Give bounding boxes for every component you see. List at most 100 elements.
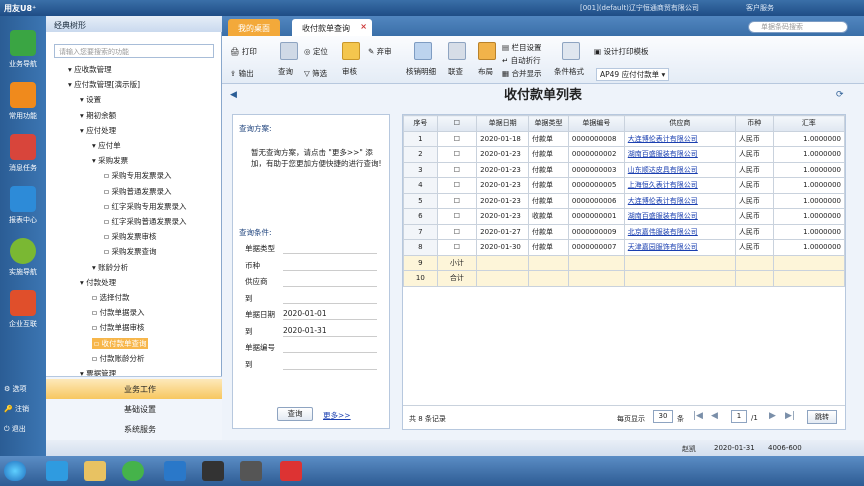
tree-node[interactable]: ▾ 付款处理 [80,277,116,288]
basic-settings-button[interactable]: 基础设置 [46,399,222,419]
table-cell[interactable]: ☐ [436,192,478,209]
print-button[interactable]: 🖨 打印 [230,46,257,57]
folder-icon[interactable] [84,461,106,481]
table-row[interactable]: 3 ☐ 2020-01-23 付款单 0000000003 山东顺达皮具有限公司 人民币 1.… [403,161,845,178]
tree-node[interactable]: ▫ 收付款单查询 [92,337,149,349]
column-header[interactable]: 单据类型 [528,115,569,132]
column-header[interactable]: 汇率 [772,115,845,132]
u8-icon[interactable] [280,461,302,481]
tree-node[interactable]: ▾ 设置 [80,94,101,105]
tree-node[interactable]: ▾ 应付处理 [80,125,116,136]
per-page-input[interactable]: 30 [653,410,673,423]
table-cell[interactable]: ☐ [436,146,478,163]
print-template-select[interactable]: AP49 应付付款单 ▾ [596,68,670,81]
table-cell[interactable]: 上海恒久表计有限公司 [623,177,736,194]
auto-wrap-button[interactable]: ↵ 自动折行 [502,55,541,66]
function-search-input[interactable]: 请输入您要搜索的功能 [54,44,214,58]
filter-button[interactable]: ▽ 筛选 [304,68,327,79]
verify-detail-button[interactable]: 核销明细 [406,66,436,77]
more-link[interactable]: 更多>> [323,410,351,421]
tree-node[interactable]: ▾ 应付单 [92,140,121,151]
export-button[interactable]: ⇪ 输出 [230,68,254,79]
condition-format-button[interactable]: 条件格式 [554,66,584,77]
column-header[interactable]: 供应商 [623,115,736,132]
table-row[interactable]: 7 ☐ 2020-01-27 付款单 0000000009 北京嘉伟服装有限公司 人民币 1.… [403,223,845,240]
design-print-template-button[interactable]: ▣ 设计打印模板 [594,46,648,57]
recorder-icon[interactable] [240,461,262,481]
last-page-icon[interactable]: ▶| [785,411,795,421]
table-cell[interactable]: 大连博伦表计有限公司 [623,130,736,147]
barcode-search-input[interactable]: 单据条码搜索 [748,21,848,33]
app-icon[interactable] [164,461,186,481]
query-button[interactable]: 查询 [278,66,293,77]
table-cell[interactable]: ☐ [436,223,478,240]
options-button[interactable]: ⚙ 选项 [4,384,27,394]
nav-common[interactable]: 常用功能 [4,82,42,121]
tree-node[interactable]: ▾ 期初余额 [80,110,116,121]
table-row[interactable]: 5 ☐ 2020-01-23 付款单 0000000006 大连博伦表计有限公司 人民币 1.… [403,192,845,209]
exit-button[interactable]: ⏻ 退出 [4,424,26,434]
column-header[interactable]: 币种 [734,115,774,132]
tree-node[interactable]: ▫ 采购发票查询 [104,246,156,257]
nav-enterprise[interactable]: 企业互联 [4,290,42,329]
table-cell[interactable]: 山东顺达皮具有限公司 [623,161,736,178]
nav-business[interactable]: 业务导航 [4,30,42,69]
logout-button[interactable]: 🔑 注销 [4,404,29,414]
tree-node[interactable]: ▫ 付款单据审核 [92,322,144,333]
table-row[interactable]: 1 ☐ 2020-01-18 付款单 0000000008 大连博伦表计有限公司 人民币 1.… [403,130,845,147]
table-row[interactable]: 2 ☐ 2020-01-23 付款单 0000000002 湖南百盛服装有限公司 人民币 1.… [403,146,845,163]
table-cell[interactable]: 湖南百盛服装有限公司 [623,208,736,225]
tab-my-desktop[interactable]: 我的桌面 [228,19,280,36]
nav-reports[interactable]: 报表中心 [4,186,42,225]
condition-input[interactable]: 2020-01-01 [283,309,327,318]
merge-show-button[interactable]: ▦ 合并显示 [502,68,541,79]
table-cell[interactable]: 湖南百盛服装有限公司 [623,146,736,163]
column-settings-button[interactable]: ▤ 栏目设置 [502,42,541,53]
link-query-button[interactable]: 联查 [448,66,463,77]
column-header[interactable]: ☐ [436,115,478,132]
nav-messages[interactable]: 消息任务 [4,134,42,173]
next-page-icon[interactable]: ▶ [769,411,776,421]
prev-page-icon[interactable]: ◀ [711,411,718,421]
condition-input[interactable]: 2020-01-31 [283,326,327,335]
tree-node[interactable]: ▾ 应付款管理[演示版] [68,79,140,90]
table-cell[interactable]: ☐ [436,130,478,147]
tree-node[interactable]: ▾ 账龄分析 [92,262,128,273]
tree-node[interactable]: ▫ 采购专用发票录入 [104,170,171,181]
tree-node[interactable]: ▫ 红字采购普通发票录入 [104,216,186,227]
table-row[interactable]: 8 ☐ 2020-01-30 付款单 0000000007 天津嘉园服饰有限公司 人民币 1.… [403,239,845,256]
query-button-form[interactable]: 查询 [277,407,313,421]
tree-node[interactable]: ▫ 采购发票审核 [104,231,156,242]
first-page-icon[interactable]: |◀ [693,411,703,421]
layout-button[interactable]: 布局 [478,66,493,77]
table-cell[interactable]: ☐ [436,177,478,194]
table-cell[interactable]: ☐ [436,208,478,225]
browser-icon[interactable] [122,461,144,481]
table-cell[interactable]: 北京嘉伟服装有限公司 [623,223,736,240]
start-icon[interactable] [4,461,26,481]
tree-node[interactable]: ▫ 付款单据录入 [92,307,144,318]
column-header[interactable]: 单据编号 [567,115,625,132]
table-row[interactable]: 4 ☐ 2020-01-23 付款单 0000000005 上海恒久表计有限公司 人民币 1.… [403,177,845,194]
tree-node[interactable]: ▫ 红字采购专用发票录入 [104,201,186,212]
tree-node[interactable]: ▾ 采购发票 [92,155,128,166]
tab-payment-query[interactable]: 收付款单查询 × [292,19,372,36]
video-icon[interactable] [202,461,224,481]
abandon-audit-button[interactable]: ✎ 弃审 [368,46,392,57]
table-cell[interactable]: 天津嘉园服饰有限公司 [623,239,736,256]
table-cell[interactable]: 大连博伦表计有限公司 [623,192,736,209]
column-header[interactable]: 单据日期 [476,115,530,132]
audit-button[interactable]: 审核 [342,66,357,77]
table-cell[interactable]: ☐ [436,239,478,256]
business-work-button[interactable]: 业务工作 [46,379,222,399]
table-row[interactable]: 6 ☐ 2020-01-23 收款单 0000000001 湖南百盛服装有限公司 人民币 1.… [403,208,845,225]
tree-node[interactable]: ▫ 选择付款 [92,292,129,303]
table-cell[interactable]: ☐ [436,161,478,178]
nav-implement[interactable]: 实施导航 [4,238,42,277]
page-input[interactable]: 1 [731,410,747,423]
locate-button[interactable]: ◎ 定位 [304,46,328,57]
tree-node[interactable]: ▾ 应收款管理 [68,64,112,75]
system-service-button[interactable]: 系统服务 [46,419,222,439]
customer-service-link[interactable]: 客户服务 [746,3,774,13]
close-tab-icon[interactable]: × [360,22,367,31]
